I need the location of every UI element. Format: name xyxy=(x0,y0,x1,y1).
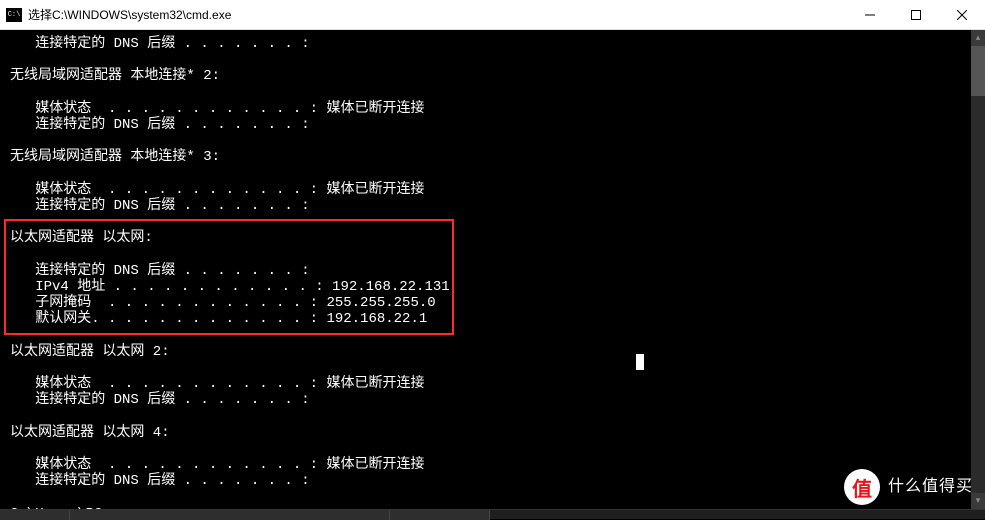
title-bar: 选择C:\WINDOWS\system32\cmd.exe xyxy=(0,0,985,30)
maximize-button[interactable] xyxy=(893,0,939,30)
window-title: 选择C:\WINDOWS\system32\cmd.exe xyxy=(28,6,231,23)
minimize-icon xyxy=(865,10,875,20)
cmd-icon xyxy=(6,8,22,22)
taskbar xyxy=(0,509,985,519)
title-left: 选择C:\WINDOWS\system32\cmd.exe xyxy=(0,6,231,23)
chevron-down-icon: ▾ xyxy=(976,496,981,506)
close-icon xyxy=(957,10,967,20)
close-button[interactable] xyxy=(939,0,985,30)
scroll-up-button[interactable]: ▴ xyxy=(971,30,985,46)
watermark: 值 什么值得买 xyxy=(844,469,973,505)
scroll-thumb[interactable] xyxy=(971,46,985,96)
watermark-icon: 值 xyxy=(844,469,880,505)
chevron-up-icon: ▴ xyxy=(976,33,981,43)
maximize-icon xyxy=(911,10,921,20)
console-output: 连接特定的 DNS 后缀 . . . . . . . : 无线局域网适配器 本地… xyxy=(10,36,961,509)
selection-cursor xyxy=(636,354,644,370)
window-controls xyxy=(847,0,985,30)
minimize-button[interactable] xyxy=(847,0,893,30)
watermark-text: 什么值得买 xyxy=(888,479,973,496)
scroll-down-button[interactable]: ▾ xyxy=(971,493,985,509)
vertical-scrollbar[interactable]: ▴ ▾ xyxy=(971,30,985,509)
console-area[interactable]: 连接特定的 DNS 后缀 . . . . . . . : 无线局域网适配器 本地… xyxy=(0,30,971,509)
